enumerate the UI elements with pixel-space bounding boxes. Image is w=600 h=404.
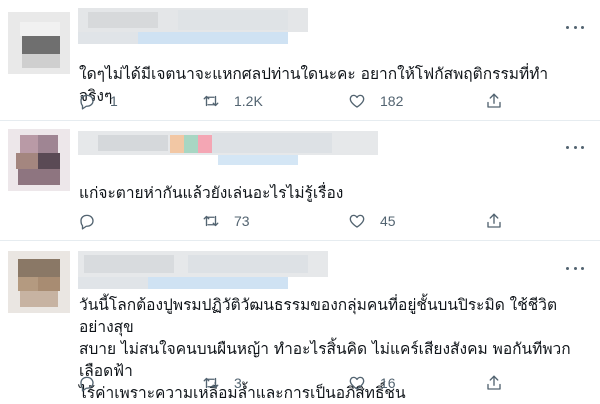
tweet-actions: 3 16 [78, 372, 518, 394]
share-button[interactable] [485, 92, 503, 110]
avatar[interactable] [8, 129, 70, 191]
retweet-icon [203, 377, 219, 389]
tweet-actions: 73 45 [78, 210, 518, 232]
reply-count: 1 [110, 93, 118, 109]
retweet-icon [203, 215, 219, 227]
share-icon [487, 213, 501, 228]
retweet-count: 1.2K [234, 93, 263, 109]
reply-icon [80, 94, 94, 110]
like-button[interactable]: 16 [348, 374, 396, 392]
more-icon[interactable] [566, 265, 584, 271]
heart-icon [349, 376, 365, 390]
like-button[interactable]: 45 [348, 212, 396, 230]
share-icon [487, 375, 501, 390]
tweet-text-line: วันนี้โลกต้องปูพรมปฏิวัติวัฒนธรรมของกลุ่… [79, 296, 558, 336]
reply-icon [80, 376, 94, 392]
like-button[interactable]: 182 [348, 92, 403, 110]
like-count: 45 [380, 213, 396, 229]
blurred-username [78, 127, 378, 165]
reply-button[interactable]: 1 [78, 92, 118, 110]
share-icon [487, 93, 501, 108]
more-icon[interactable] [566, 24, 584, 30]
reply-icon [80, 214, 94, 230]
tweet[interactable]: วันนี้โลกต้องปูพรมปฏิวัติวัฒนธรรมของกลุ่… [0, 241, 600, 404]
heart-icon [349, 214, 365, 228]
retweet-button[interactable]: 3 [202, 374, 242, 392]
retweet-button[interactable]: 1.2K [202, 92, 263, 110]
avatar[interactable] [8, 12, 70, 74]
like-count: 16 [380, 375, 396, 391]
retweet-button[interactable]: 73 [202, 212, 250, 230]
like-count: 182 [380, 93, 404, 109]
blurred-username [78, 251, 328, 289]
more-icon[interactable] [566, 144, 584, 150]
blurred-username [78, 8, 308, 46]
retweet-count: 3 [234, 375, 242, 391]
tweet[interactable]: ใดๆไม่ได้มีเจตนาจะแหกศลปท่านใดนะคะ อยากใ… [0, 0, 600, 121]
heart-icon [349, 94, 365, 108]
tweet[interactable]: แก่จะตายห่ากันแล้วยังเล่นอะไรไม่รู้เรื่อ… [0, 121, 600, 241]
reply-button[interactable] [78, 212, 110, 230]
avatar[interactable] [8, 251, 70, 313]
share-button[interactable] [485, 212, 503, 230]
tweet-actions: 1 1.2K 182 [78, 90, 518, 112]
retweet-count: 73 [234, 213, 250, 229]
share-button[interactable] [485, 374, 503, 392]
reply-button[interactable] [78, 374, 110, 392]
retweet-icon [203, 95, 219, 107]
tweet-text: แก่จะตายห่ากันแล้วยังเล่นอะไรไม่รู้เรื่อ… [79, 184, 344, 202]
